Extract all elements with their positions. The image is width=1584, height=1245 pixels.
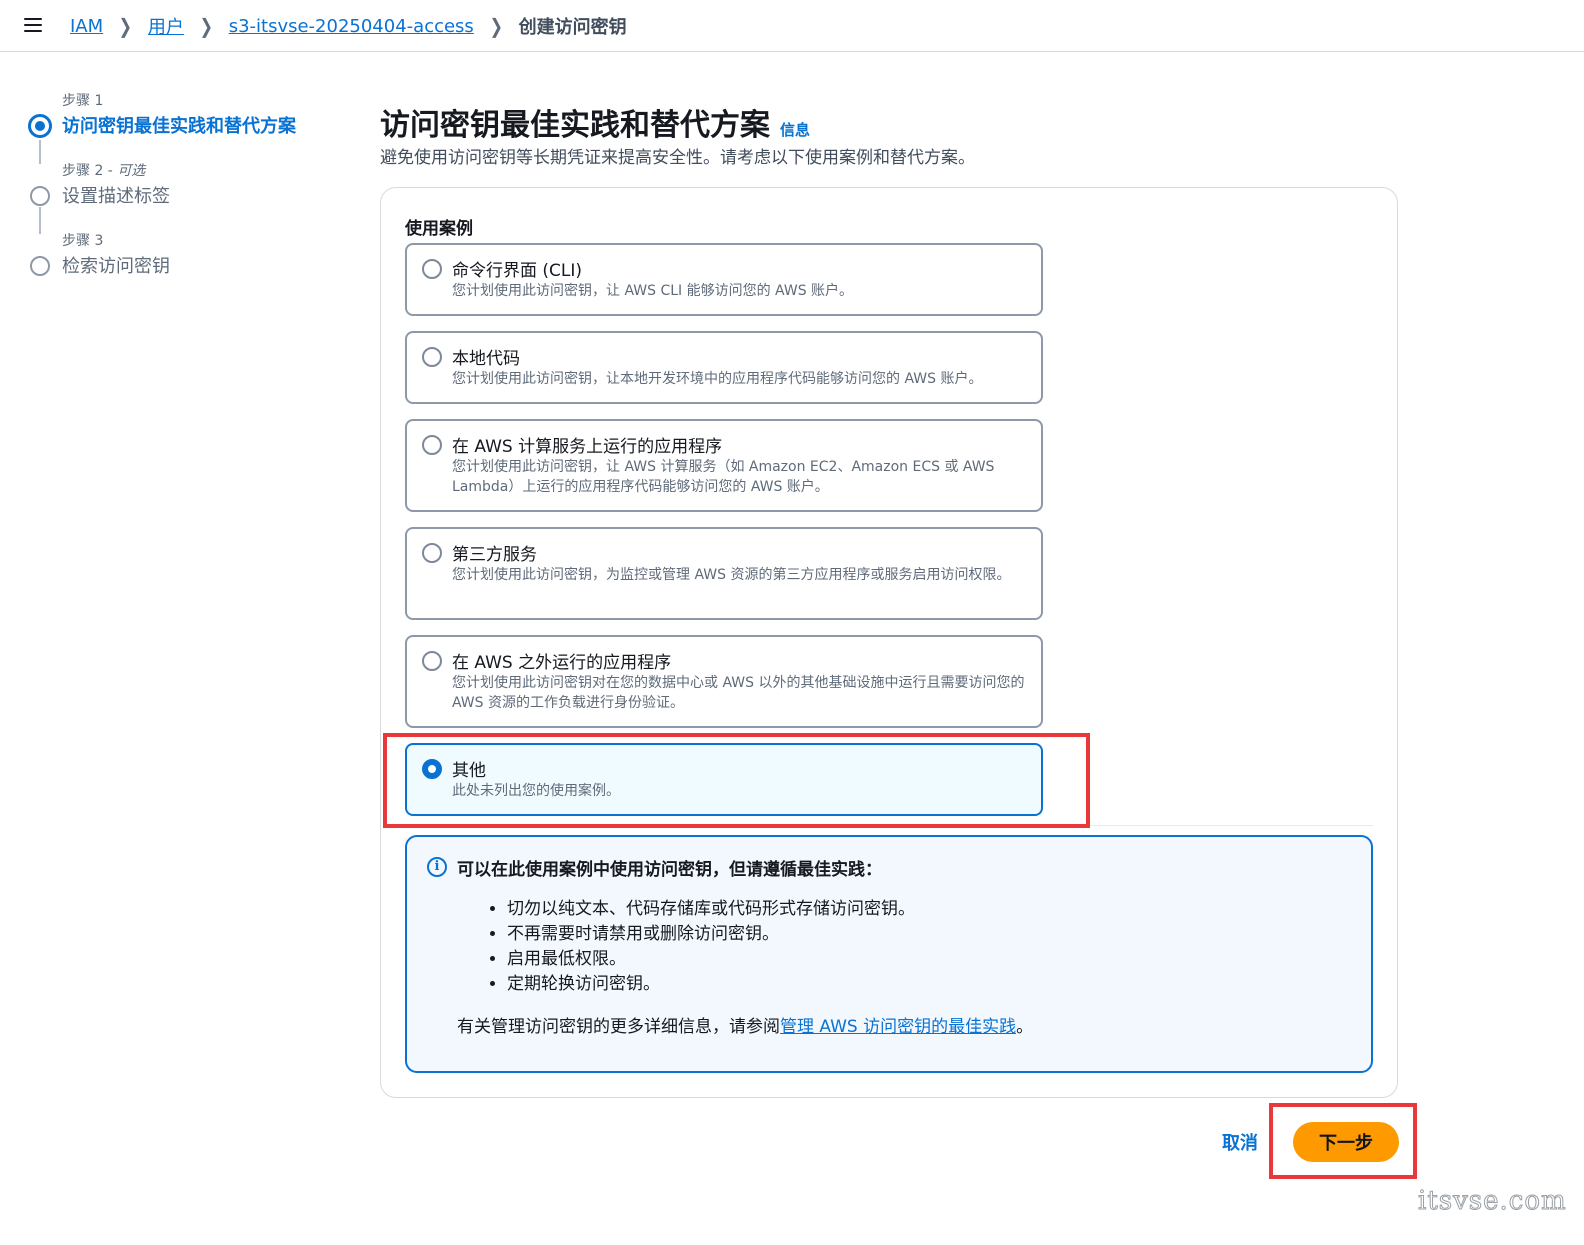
chevron-right-icon: ❯ xyxy=(489,14,503,38)
best-practice-list: 切勿以纯文本、代码存储库或代码形式存储访问密钥。 不再需要时请禁用或删除访问密钥… xyxy=(507,897,915,997)
info-icon: i xyxy=(427,857,447,877)
option-title: 命令行界面 (CLI) xyxy=(452,261,583,281)
alert-footer: 有关管理访问密钥的更多详细信息，请参阅管理 AWS 访问密钥的最佳实践。 xyxy=(457,1017,1034,1037)
alert-title: 可以在此使用案例中使用访问密钥，但请遵循最佳实践： xyxy=(457,860,882,880)
option-description: 此处未列出您的使用案例。 xyxy=(452,783,620,799)
radio-button[interactable] xyxy=(422,543,442,563)
step-1[interactable]: 步骤 1 访问密钥最佳实践和替代方案 xyxy=(28,90,348,160)
breadcrumb-iam[interactable]: IAM xyxy=(70,16,103,37)
step-inactive-icon xyxy=(30,186,50,206)
option-aws-compute[interactable]: 在 AWS 计算服务上运行的应用程序 您计划使用此访问密钥，让 AWS 计算服务… xyxy=(405,419,1043,512)
step-inactive-icon xyxy=(30,256,50,276)
breadcrumb: IAM ❯ 用户 ❯ s3-itsvse-20250404-access ❯ 创… xyxy=(70,13,627,39)
info-alert: i 可以在此使用案例中使用访问密钥，但请遵循最佳实践： 切勿以纯文本、代码存储库… xyxy=(405,835,1373,1073)
info-link[interactable]: 信息 xyxy=(780,119,810,140)
list-item: 启用最低权限。 xyxy=(507,947,915,972)
radio-button[interactable] xyxy=(422,651,442,671)
cancel-button[interactable]: 取消 xyxy=(1212,1126,1268,1158)
option-description: 您计划使用此访问密钥对在您的数据中心或 AWS 以外的其他基础设施中运行且需要访… xyxy=(452,675,1025,711)
chevron-right-icon: ❯ xyxy=(118,14,133,38)
radio-button-selected[interactable] xyxy=(422,759,442,779)
option-title: 其他 xyxy=(452,761,486,781)
wizard-steps: 步骤 1 访问密钥最佳实践和替代方案 步骤 2 - 可选 设置描述标签 步骤 3… xyxy=(28,90,348,300)
step-title: 设置描述标签 xyxy=(62,186,170,207)
option-outside-aws[interactable]: 在 AWS 之外运行的应用程序 您计划使用此访问密钥对在您的数据中心或 AWS … xyxy=(405,635,1043,728)
menu-icon[interactable] xyxy=(24,14,48,36)
top-bar: IAM ❯ 用户 ❯ s3-itsvse-20250404-access ❯ 创… xyxy=(0,0,1584,52)
list-item: 不再需要时请禁用或删除访问密钥。 xyxy=(507,922,915,947)
option-description: 您计划使用此访问密钥，让 AWS 计算服务（如 Amazon EC2、Amazo… xyxy=(452,459,995,495)
option-cli[interactable]: 命令行界面 (CLI) 您计划使用此访问密钥，让 AWS CLI 能够访问您的 … xyxy=(405,243,1043,316)
radio-button[interactable] xyxy=(422,435,442,455)
step-number: 步骤 3 xyxy=(62,233,104,249)
breadcrumb-users[interactable]: 用户 xyxy=(148,13,184,39)
step-active-icon xyxy=(28,114,52,138)
option-other[interactable]: 其他 此处未列出您的使用案例。 xyxy=(405,743,1043,816)
use-case-label: 使用案例 xyxy=(405,219,473,239)
step-number: 步骤 1 xyxy=(62,93,104,109)
option-title: 本地代码 xyxy=(452,349,520,369)
option-description: 您计划使用此访问密钥，为监控或管理 AWS 资源的第三方应用程序或服务启用访问权… xyxy=(452,567,1011,583)
breadcrumb-user[interactable]: s3-itsvse-20250404-access xyxy=(229,16,474,37)
option-description: 您计划使用此访问密钥，让本地开发环境中的应用程序代码能够访问您的 AWS 账户。 xyxy=(452,371,983,387)
watermark: itsvse.com xyxy=(1418,1186,1567,1217)
option-title: 在 AWS 之外运行的应用程序 xyxy=(452,653,672,673)
step-2: 步骤 2 - 可选 设置描述标签 xyxy=(28,160,348,230)
step-title: 检索访问密钥 xyxy=(62,256,170,277)
option-local-code[interactable]: 本地代码 您计划使用此访问密钥，让本地开发环境中的应用程序代码能够访问您的 AW… xyxy=(405,331,1043,404)
step-3: 步骤 3 检索访问密钥 xyxy=(28,230,348,300)
step-number: 步骤 2 - 可选 xyxy=(62,163,146,179)
next-button[interactable]: 下一步 xyxy=(1293,1122,1399,1162)
option-title: 第三方服务 xyxy=(452,545,537,565)
divider xyxy=(405,825,1373,826)
chevron-right-icon: ❯ xyxy=(199,14,214,38)
use-case-container: 使用案例 命令行界面 (CLI) 您计划使用此访问密钥，让 AWS CLI 能够… xyxy=(380,187,1398,1098)
option-title: 在 AWS 计算服务上运行的应用程序 xyxy=(452,437,723,457)
breadcrumb-current: 创建访问密钥 xyxy=(518,17,627,38)
best-practices-link[interactable]: 管理 AWS 访问密钥的最佳实践 xyxy=(780,1017,1016,1037)
list-item: 定期轮换访问密钥。 xyxy=(507,972,915,997)
option-description: 您计划使用此访问密钥，让 AWS CLI 能够访问您的 AWS 账户。 xyxy=(452,283,854,299)
page-title: 访问密钥最佳实践和替代方案 信息 xyxy=(380,108,811,143)
page-description: 避免使用访问密钥等长期凭证来提高安全性。请考虑以下使用案例和替代方案。 xyxy=(380,148,975,168)
radio-button[interactable] xyxy=(422,347,442,367)
step-title[interactable]: 访问密钥最佳实践和替代方案 xyxy=(62,112,296,138)
radio-button[interactable] xyxy=(422,259,442,279)
option-third-party[interactable]: 第三方服务 您计划使用此访问密钥，为监控或管理 AWS 资源的第三方应用程序或服… xyxy=(405,527,1043,620)
list-item: 切勿以纯文本、代码存储库或代码形式存储访问密钥。 xyxy=(507,897,915,922)
